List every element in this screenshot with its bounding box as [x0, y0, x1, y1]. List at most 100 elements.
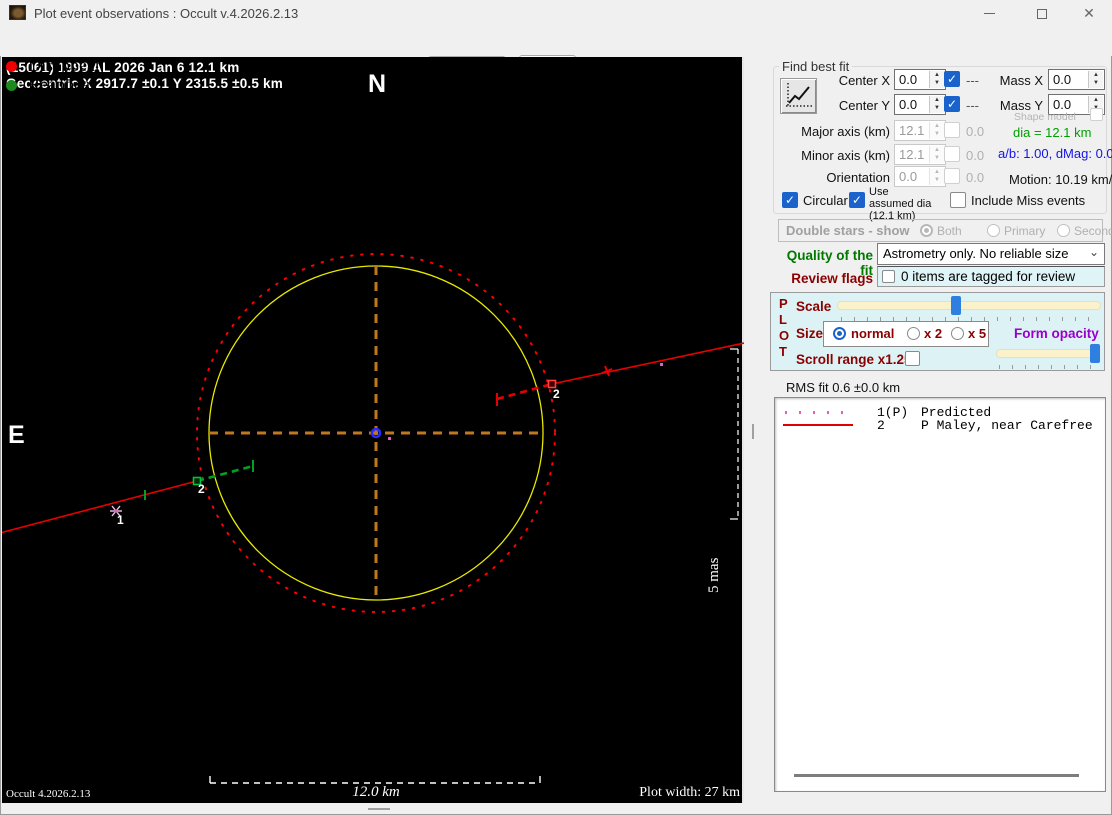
minor-axis-input[interactable]: 12.1 ▲ ▼: [894, 144, 946, 165]
chevron-down-icon: ⌄: [1088, 245, 1099, 259]
minimize-button[interactable]: [966, 0, 1012, 26]
plot-controls-panel: P L O T Scale Size normal x 2 x 5 Form o…: [770, 292, 1105, 371]
shape-model-label: Shape model: [1014, 111, 1076, 123]
form-opacity-label: Form opacity: [1014, 326, 1099, 341]
observer2-line-swatch: [783, 424, 853, 426]
center-y-input[interactable]: 0.0 ▲ ▼: [894, 94, 946, 115]
horizontal-scrollbar-thumb[interactable]: [368, 808, 390, 810]
run-fit-button[interactable]: [780, 78, 817, 114]
major-axis-err: 0.0: [966, 124, 985, 139]
vscale-bracket: [730, 348, 739, 520]
observation-name: P Maley, near Carefree: [921, 418, 1093, 433]
window-title: Plot event observations : Occult v.4.202…: [34, 6, 299, 21]
observations-list[interactable]: 1(P) Predicted 2 P Maley, near Carefree: [774, 397, 1106, 792]
size-x5-radio[interactable]: [951, 327, 964, 340]
sky-plane-plot[interactable]: (15061) 1999 AL 2026 Jan 6 12.1 km Geoce…: [2, 55, 744, 803]
center-x-flag: ---: [966, 73, 979, 88]
find-best-fit-label: Find best fit: [779, 59, 853, 74]
size-radio-group: normal x 2 x 5: [823, 321, 989, 347]
quality-value: Astrometry only. No reliable size: [883, 246, 1069, 261]
list-item-observer2[interactable]: 2 P Maley, near Carefree: [775, 418, 1105, 433]
close-button[interactable]: ✕: [1066, 0, 1112, 26]
shape-model-checkbox[interactable]: [1090, 108, 1103, 121]
mass-x-input[interactable]: 0.0 ▲ ▼: [1048, 69, 1105, 90]
review-flags-label: Review flags: [791, 271, 873, 286]
center-y-value: 0.0: [899, 97, 918, 112]
disappear-error-bar: [496, 382, 553, 401]
minor-axis-spinner[interactable]: ▲ ▼: [929, 146, 944, 163]
legend-reappear-label: Reappear: [28, 74, 96, 94]
list-scrollbar-thumb[interactable]: [794, 774, 1079, 777]
plot-width-label: Plot width: 27 km: [639, 785, 740, 800]
double-secondary-radio[interactable]: [1057, 224, 1070, 237]
predicted-dot: [388, 437, 391, 440]
center-y-spinner[interactable]: ▲ ▼: [929, 96, 944, 113]
orientation-checkbox[interactable]: [944, 168, 960, 184]
double-both-radio[interactable]: [920, 224, 933, 237]
quality-select[interactable]: Astrometry only. No reliable size ⌄: [877, 243, 1105, 265]
orientation-spinner[interactable]: ▲ ▼: [929, 168, 944, 185]
orientation-input[interactable]: 0.0 ▲ ▼: [894, 166, 946, 187]
app-window: Plot event observations : Occult v.4.202…: [0, 0, 1112, 815]
size-normal-label: normal: [851, 326, 895, 341]
double-primary-radio[interactable]: [987, 224, 1000, 237]
minor-axis-label: Minor axis (km): [801, 148, 890, 163]
station2-reappear-label: 2: [198, 482, 205, 496]
opacity-slider-ticks: [999, 365, 1099, 369]
review-flags-value: 0 items are tagged for review: [901, 269, 1076, 284]
minor-axis-err: 0.0: [966, 148, 985, 163]
mass-x-spinner[interactable]: ▲ ▼: [1088, 71, 1103, 88]
center-x-checkbox[interactable]: ✓: [944, 71, 960, 87]
dia-label: dia = 12.1 km: [1013, 125, 1092, 140]
orientation-label: Orientation: [826, 170, 890, 185]
scroll-range-checkbox[interactable]: [905, 351, 920, 366]
center-x-spinner[interactable]: ▲ ▼: [929, 71, 944, 88]
circular-checkbox[interactable]: ✓: [782, 192, 798, 208]
maximize-button[interactable]: [1019, 0, 1065, 26]
major-axis-input[interactable]: 12.1 ▲ ▼: [894, 120, 946, 141]
size-x2-radio[interactable]: [907, 327, 920, 340]
opacity-slider-thumb[interactable]: [1090, 344, 1100, 363]
plot-letter-l: L: [779, 312, 787, 327]
fit-chart-icon: [786, 83, 812, 107]
disappear-dot-icon: [6, 61, 17, 72]
review-flags-checkbox[interactable]: [882, 270, 895, 283]
center-y-checkbox[interactable]: ✓: [944, 96, 960, 112]
center-y-flag: ---: [966, 98, 979, 113]
scale-label: Scale: [796, 299, 832, 314]
scale-slider-thumb[interactable]: [951, 296, 961, 315]
legend-reappear: Reappear: [2, 74, 742, 94]
hscale-bracket: [209, 776, 541, 784]
motion-label: Motion: 10.19 km/s: [1009, 172, 1112, 187]
major-axis-value: 12.1: [899, 123, 925, 138]
vertical-scrollbar-thumb[interactable]: [752, 424, 754, 439]
center-x-label: Center X: [838, 73, 890, 88]
review-flags-field: 0 items are tagged for review: [877, 266, 1105, 287]
chord2-line-right: [551, 342, 744, 385]
title-bar: Plot event observations : Occult v.4.202…: [0, 0, 1112, 26]
major-axis-checkbox[interactable]: [944, 122, 960, 138]
size-x2-label: x 2: [924, 326, 943, 341]
use-assumed-checkbox[interactable]: ✓: [849, 192, 865, 208]
plot-canvas: [2, 253, 744, 784]
scroll-range-label: Scroll range x1.25: [796, 352, 912, 367]
legend-disappear-label: Disappear: [28, 55, 101, 75]
mass-x-label: Mass X: [999, 73, 1043, 88]
double-primary-label: Primary: [1004, 224, 1046, 238]
center-x-input[interactable]: 0.0 ▲ ▼: [894, 69, 946, 90]
double-stars-group: Double stars - show Both Primary Seconda…: [778, 219, 1112, 242]
reappear-error-bar: [196, 464, 254, 483]
include-miss-label: Include Miss events: [971, 193, 1086, 208]
size-x5-label: x 5: [968, 326, 987, 341]
opacity-slider-track[interactable]: [996, 349, 1100, 358]
observation-number: 2: [877, 418, 885, 433]
include-miss-checkbox[interactable]: [950, 192, 966, 208]
rms-fit-label: RMS fit 0.6 ±0.0 km: [786, 380, 901, 395]
major-axis-spinner[interactable]: ▲ ▼: [929, 122, 944, 139]
minor-axis-value: 12.1: [899, 147, 925, 162]
scale-slider-track[interactable]: [837, 301, 1101, 310]
minor-axis-checkbox[interactable]: [944, 146, 960, 162]
list-item-predicted[interactable]: 1(P) Predicted: [775, 405, 1105, 420]
major-axis-label: Major axis (km): [801, 124, 890, 139]
size-normal-radio[interactable]: [833, 327, 846, 340]
